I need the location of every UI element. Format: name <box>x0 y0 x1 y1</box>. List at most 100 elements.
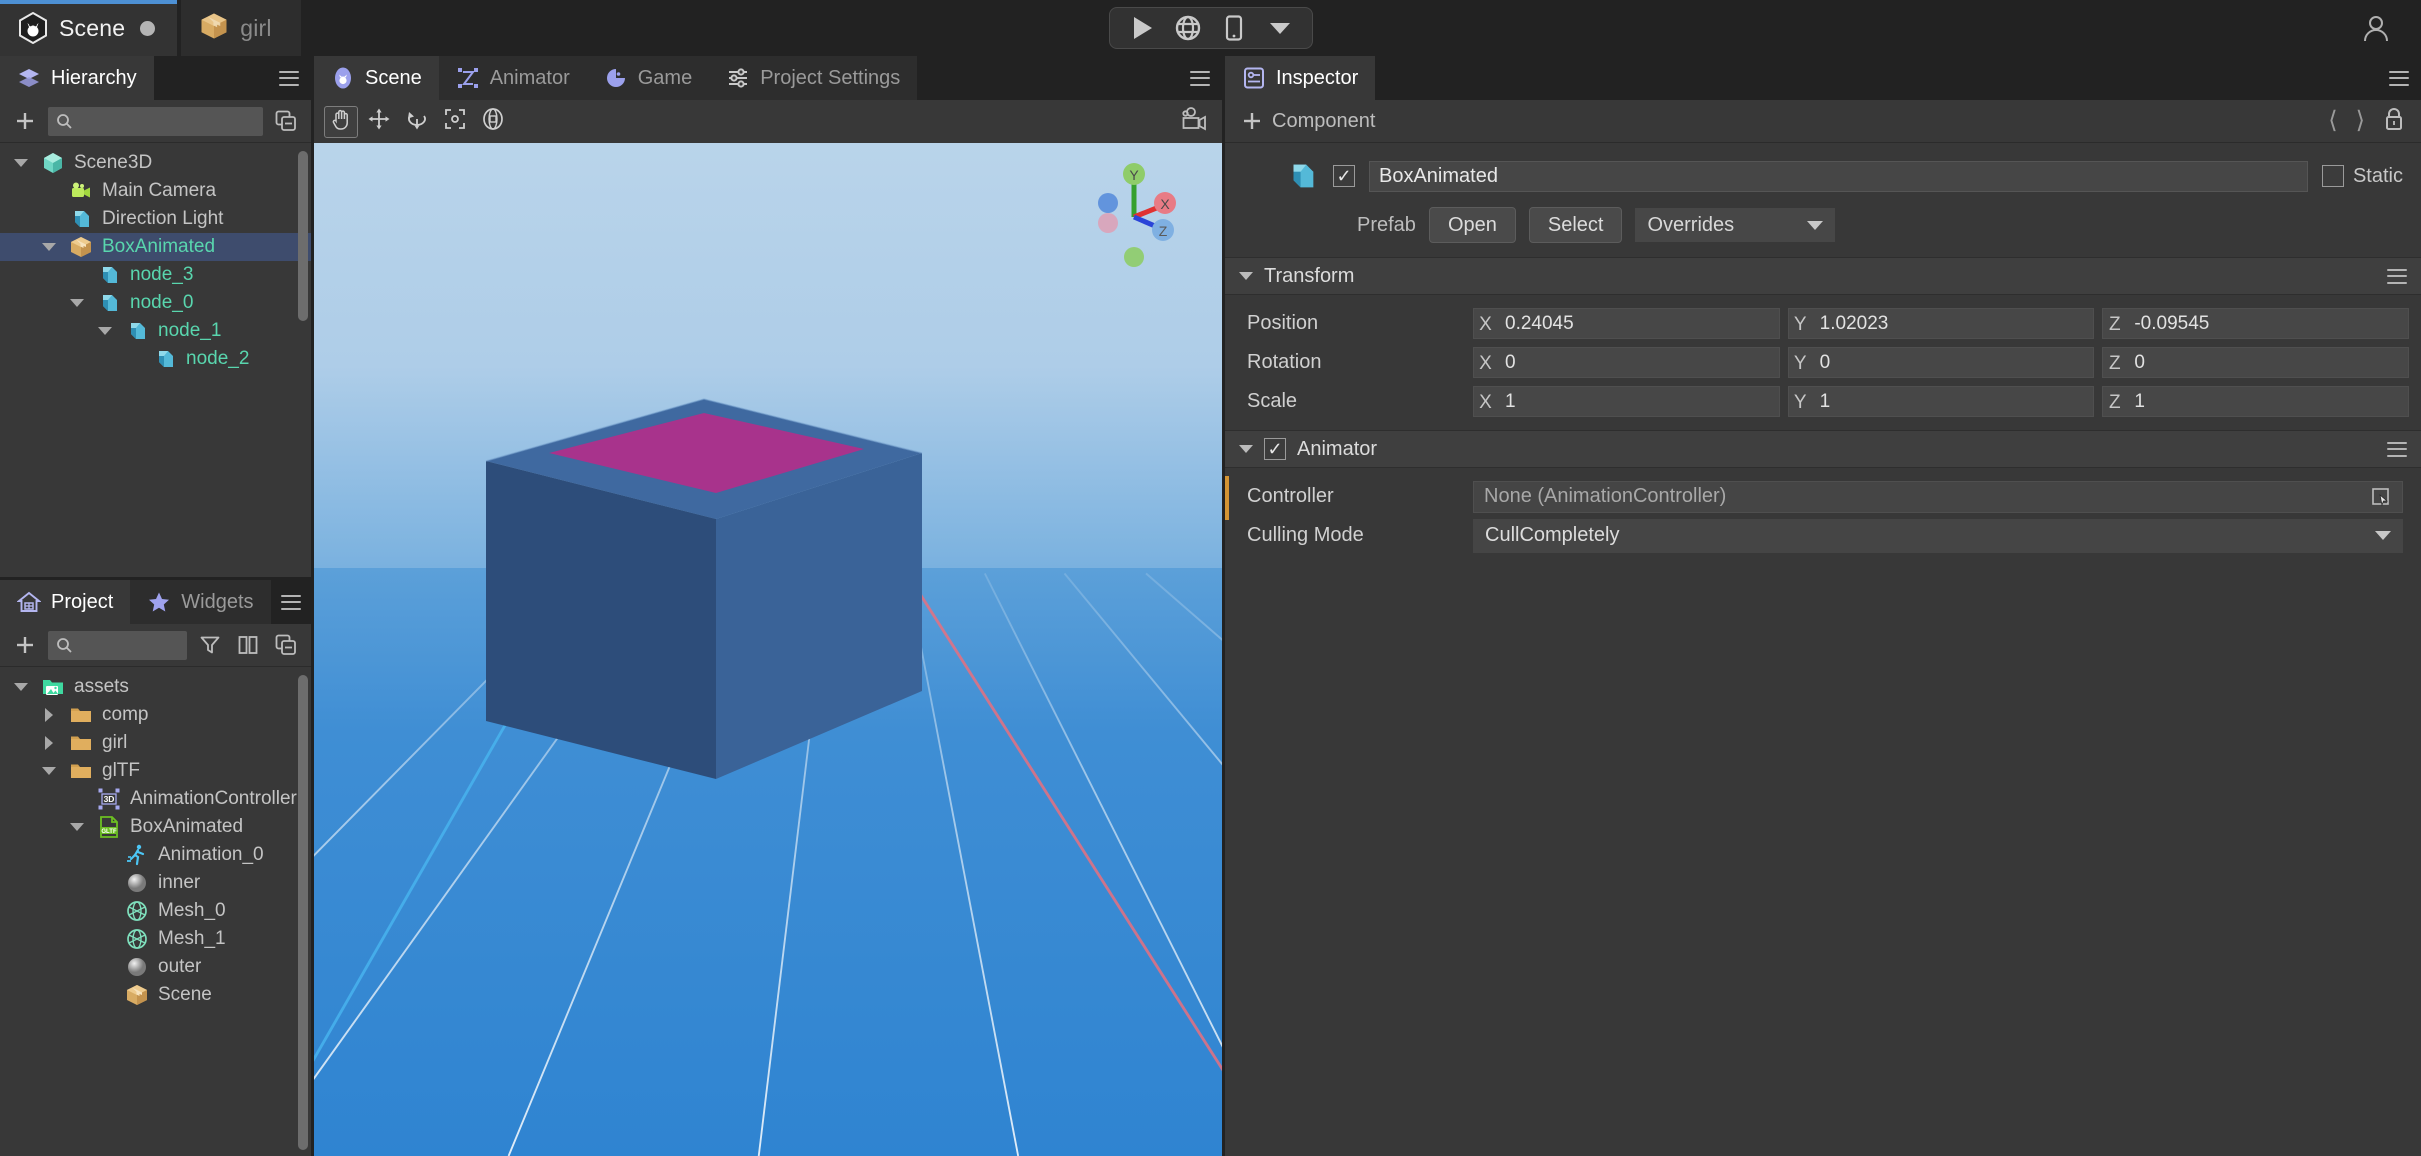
tree-row[interactable]: BoxAnimated <box>0 233 311 261</box>
user-icon[interactable] <box>2353 5 2399 51</box>
numeric-input[interactable] <box>1497 308 1780 339</box>
chevron-down-icon[interactable] <box>1239 445 1253 453</box>
scale-tool[interactable] <box>438 106 472 138</box>
tree-row[interactable]: assets <box>0 673 311 701</box>
chevron-right-icon[interactable] <box>45 708 53 722</box>
hierarchy-search-input[interactable] <box>79 111 255 131</box>
tree-row[interactable]: Scene3D <box>0 149 311 177</box>
tab-inspector[interactable]: Inspector <box>1225 56 1376 101</box>
tree-row[interactable]: node_0 <box>0 289 311 317</box>
preview-device-button[interactable] <box>1212 9 1256 47</box>
project-search[interactable] <box>48 630 187 660</box>
tree-expand-toggle[interactable] <box>38 708 60 722</box>
tree-row[interactable]: Mesh_1 <box>0 925 311 953</box>
tree-expand-toggle[interactable] <box>10 683 32 691</box>
pan-tool[interactable] <box>324 105 358 138</box>
tree-expand-toggle[interactable] <box>10 159 32 167</box>
project-scrollbar[interactable] <box>298 675 308 1150</box>
tree-row[interactable]: glTF <box>0 757 311 785</box>
tree-row[interactable]: node_3 <box>0 261 311 289</box>
tree-row[interactable]: 3D AnimationController <box>0 785 311 813</box>
rotate-tool[interactable] <box>400 106 434 138</box>
static-toggle[interactable]: Static <box>2321 165 2403 188</box>
play-button[interactable] <box>1120 9 1164 47</box>
prefab-select-button[interactable]: Select <box>1528 207 1623 243</box>
project-tree-scroll[interactable]: assets comp girl glTF 3D AnimationController G… <box>0 667 311 1156</box>
chevron-left-icon[interactable]: ⟨ <box>2328 109 2337 133</box>
tab-hierarchy[interactable]: Hierarchy <box>0 56 154 101</box>
lock-icon[interactable] <box>2383 107 2405 136</box>
chevron-down-icon[interactable] <box>70 299 84 307</box>
component-menu-button[interactable] <box>2387 268 2407 284</box>
chevron-right-icon[interactable]: ⟩ <box>2356 109 2365 133</box>
hierarchy-search[interactable] <box>48 106 263 136</box>
tree-expand-toggle[interactable] <box>38 243 60 251</box>
chevron-down-icon[interactable] <box>14 159 28 167</box>
inspector-menu-button[interactable] <box>2377 56 2421 100</box>
tree-expand-toggle[interactable] <box>38 736 60 750</box>
chevron-down-icon[interactable] <box>70 823 84 831</box>
numeric-input[interactable] <box>1811 308 2095 339</box>
tab-animator[interactable]: Animator <box>438 56 587 100</box>
component-header[interactable]: Transform <box>1225 257 2421 295</box>
numeric-input[interactable] <box>2126 308 2410 339</box>
hierarchy-scrollbar[interactable] <box>298 151 308 321</box>
hierarchy-collapse-all-button[interactable] <box>271 106 301 136</box>
enum-dropdown[interactable]: CullCompletely <box>1473 518 2403 553</box>
numeric-input[interactable] <box>2126 347 2410 378</box>
numeric-input[interactable] <box>1811 386 2095 417</box>
chevron-down-icon[interactable] <box>98 327 112 335</box>
chevron-down-icon[interactable] <box>1239 272 1253 280</box>
project-add-button[interactable] <box>10 630 40 660</box>
project-menu-button[interactable] <box>271 580 312 624</box>
tree-row[interactable]: Scene <box>0 981 311 1009</box>
tree-expand-toggle[interactable] <box>38 767 60 775</box>
hierarchy-add-button[interactable] <box>10 106 40 136</box>
tree-row[interactable]: node_2 <box>0 345 311 373</box>
tree-expand-toggle[interactable] <box>94 327 116 335</box>
component-header[interactable]: Animator <box>1225 430 2421 468</box>
object-picker-icon[interactable] <box>2370 486 2392 508</box>
prefab-overrides-dropdown[interactable]: Overrides <box>1635 208 1836 242</box>
tab-scene[interactable]: Scene <box>314 56 439 101</box>
hierarchy-tree-scroll[interactable]: Scene3D Main Camera Direction Light BoxAnim… <box>0 143 311 577</box>
chevron-down-icon[interactable] <box>42 243 56 251</box>
move-tool[interactable] <box>362 106 396 138</box>
project-search-input[interactable] <box>79 635 179 655</box>
document-tab-scene[interactable]: Scene <box>0 0 178 56</box>
numeric-input[interactable] <box>1497 347 1780 378</box>
tree-row[interactable]: outer <box>0 953 311 981</box>
tree-row[interactable]: Animation_0 <box>0 841 311 869</box>
numeric-input[interactable] <box>2126 386 2410 417</box>
scene-menu-button[interactable] <box>1178 56 1222 100</box>
object-reference-field[interactable]: None (AnimationController) <box>1473 480 2403 513</box>
numeric-input[interactable] <box>1811 347 2095 378</box>
add-component-button[interactable]: Component <box>1241 110 1375 133</box>
object-enabled-checkbox[interactable] <box>1333 165 1355 187</box>
chevron-down-icon[interactable] <box>14 683 28 691</box>
tree-row[interactable]: girl <box>0 729 311 757</box>
project-layout-button[interactable] <box>233 630 263 660</box>
static-checkbox[interactable] <box>2321 165 2344 187</box>
tab-project[interactable]: Project <box>0 580 131 625</box>
tab-project-settings[interactable]: Project Settings <box>709 56 918 100</box>
preview-options-button[interactable] <box>1258 9 1302 47</box>
scene-viewport[interactable]: Y X Z <box>314 143 1222 1156</box>
project-filter-button[interactable] <box>195 630 225 660</box>
tree-expand-toggle[interactable] <box>66 299 88 307</box>
scene-camera-button[interactable] <box>1178 106 1212 138</box>
global-tool[interactable] <box>476 106 510 138</box>
tree-row[interactable]: comp <box>0 701 311 729</box>
chevron-right-icon[interactable] <box>45 736 53 750</box>
tree-expand-toggle[interactable] <box>66 823 88 831</box>
tree-row[interactable]: GLTF BoxAnimated <box>0 813 311 841</box>
preview-web-button[interactable] <box>1166 9 1210 47</box>
tree-row[interactable]: inner <box>0 869 311 897</box>
tree-row[interactable]: Main Camera <box>0 177 311 205</box>
project-collapse-all-button[interactable] <box>271 630 301 660</box>
orientation-gizmo[interactable]: Y X Z <box>1086 161 1182 271</box>
tab-game[interactable]: Game <box>586 56 710 100</box>
tree-row[interactable]: Direction Light <box>0 205 311 233</box>
tree-row[interactable]: node_1 <box>0 317 311 345</box>
tab-widgets[interactable]: Widgets <box>130 580 271 624</box>
